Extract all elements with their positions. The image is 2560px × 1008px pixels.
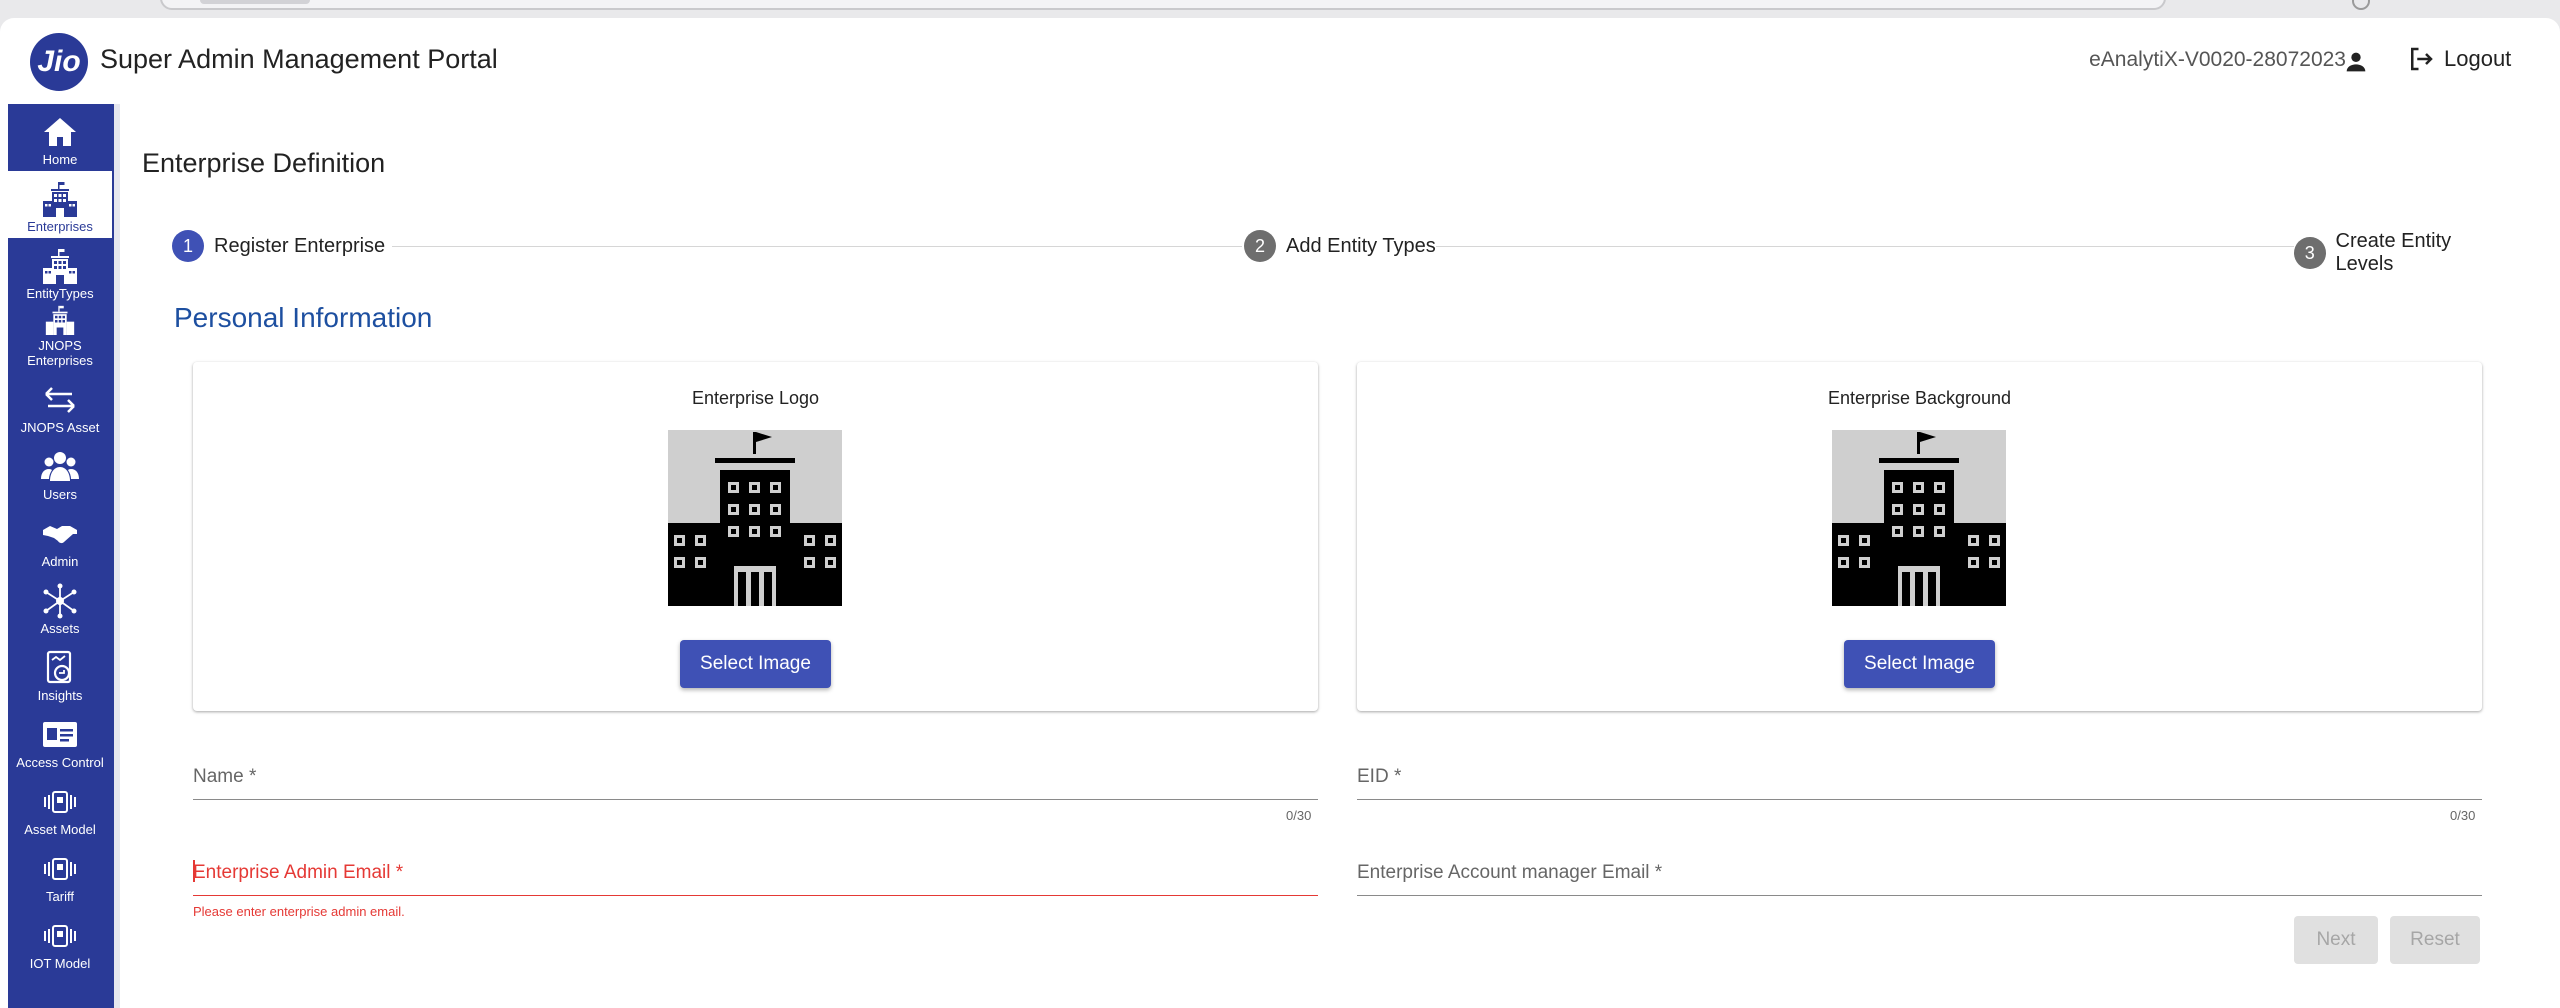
name-field[interactable]: Name * [193, 756, 1318, 800]
sidebar-item-admin[interactable]: Admin [8, 506, 112, 573]
section-title: Personal Information [174, 302, 433, 333]
sidebar-item-asset-model[interactable]: Asset Model [8, 774, 112, 841]
device-icon [44, 925, 76, 947]
sidebar-item-label: Tariff [46, 889, 74, 904]
sidebar-item-access-control[interactable]: Access Control [8, 707, 112, 774]
sidebar-item-label: JNOPS Enterprises [27, 338, 93, 368]
person-icon[interactable] [2342, 48, 2370, 76]
enterprise-admin-email-field[interactable]: Enterprise Admin Email * [193, 852, 1318, 896]
sidebar-item-label: Enterprises [27, 219, 93, 234]
step-label: Add Entity Types [1286, 234, 1436, 257]
eid-char-counter: 0/30 [2450, 808, 2476, 823]
header: Jio Super Admin Management Portal eAnaly… [0, 18, 2560, 104]
building-icon [45, 305, 75, 335]
eid-field[interactable]: EID * [1357, 756, 2482, 800]
sidebar-item-entitytypes[interactable]: EntityTypes [8, 238, 112, 305]
portal-title: Super Admin Management Portal [100, 44, 498, 74]
step-number: 3 [2294, 237, 2326, 269]
sidebar: Home Enterprises EntityTypes JNOPS Enter… [8, 104, 112, 1008]
device-icon [44, 858, 76, 880]
sidebar-item-home[interactable]: Home [8, 104, 112, 171]
admin-email-label: Enterprise Admin Email * [193, 862, 404, 883]
sidebar-item-enterprises[interactable]: Enterprises [8, 171, 112, 238]
enterprise-logo-card: Enterprise Logo Select Image [193, 362, 1318, 711]
sidebar-item-label: Users [43, 487, 77, 502]
account-manager-email-field[interactable]: Enterprise Account manager Email * [1357, 852, 2482, 896]
building-placeholder-icon [668, 430, 842, 606]
jio-logo[interactable]: Jio [30, 33, 88, 91]
stepper: 1 Register Enterprise 2 Add Entity Types… [172, 230, 2512, 276]
sidebar-item-insights[interactable]: Insights [8, 640, 112, 707]
handshake-icon [43, 526, 77, 544]
step-add-entity-types[interactable]: 2 Add Entity Types [1244, 230, 1436, 262]
next-button[interactable]: Next [2294, 916, 2378, 964]
insights-icon [46, 650, 72, 684]
step-label: Register Enterprise [214, 234, 386, 257]
sidebar-item-label: Admin [41, 554, 79, 569]
network-icon [43, 583, 77, 619]
step-number: 1 [172, 230, 204, 262]
sidebar-item-label: JNOPS Asset [20, 420, 100, 435]
sidebar-item-jnops-asset[interactable]: JNOPS Asset [8, 372, 112, 439]
logout-icon [2411, 47, 2433, 71]
sidebar-item-label: Home [42, 152, 78, 167]
select-background-image-button[interactable]: Select Image [1844, 640, 1995, 688]
sidebar-item-assets[interactable]: Assets [8, 573, 112, 640]
building-placeholder-icon [1832, 430, 2006, 606]
browser-profile-icon[interactable] [2352, 0, 2370, 10]
browser-address-bar[interactable] [160, 0, 2166, 10]
users-icon [41, 452, 79, 481]
step-register-enterprise[interactable]: 1 Register Enterprise [172, 230, 386, 262]
swap-arrows-icon [45, 387, 75, 413]
browser-top-strip [0, 0, 2560, 18]
sidebar-item-label: Asset Model [24, 822, 96, 837]
card-label: Enterprise Logo [691, 388, 820, 408]
sidebar-item-tariff[interactable]: Tariff [8, 841, 112, 908]
select-logo-image-button[interactable]: Select Image [680, 640, 831, 688]
manager-email-label: Enterprise Account manager Email * [1357, 862, 1663, 883]
eid-input[interactable] [1357, 756, 2482, 800]
name-input[interactable] [193, 756, 1318, 800]
main-content: Enterprise Definition 1 Register Enterpr… [120, 104, 2560, 1008]
sidebar-item-label: IOT Model [29, 956, 91, 971]
id-card-icon [43, 722, 77, 747]
sidebar-scrollbar[interactable] [112, 104, 120, 1008]
card-label: Enterprise Background [1827, 388, 2012, 408]
admin-email-error: Please enter enterprise admin email. [193, 904, 405, 919]
step-create-entity-levels[interactable]: 3 Create Entity Levels [2294, 230, 2512, 276]
logout-button[interactable]: Logout [2406, 44, 2511, 74]
sidebar-item-label: Access Control [16, 755, 104, 770]
sidebar-item-jnops-enterprises[interactable]: JNOPS Enterprises [8, 305, 112, 372]
sidebar-item-label: EntityTypes [26, 286, 94, 301]
building-icon [43, 182, 77, 217]
enterprise-background-card: Enterprise Background Select Image [1357, 362, 2482, 711]
logout-label: Logout [2444, 46, 2512, 71]
building-icon [43, 249, 77, 284]
step-number: 2 [1244, 230, 1276, 262]
name-char-counter: 0/30 [1286, 808, 1312, 823]
sidebar-item-label: Assets [40, 621, 80, 636]
user-id-text: eAnalytiX-V0020-28072023 [2089, 48, 2346, 71]
stepper-connector [392, 246, 1242, 247]
stepper-connector [1422, 246, 2302, 247]
sidebar-item-label: Insights [37, 688, 83, 703]
page-title: Enterprise Definition [142, 148, 386, 178]
reset-button[interactable]: Reset [2390, 916, 2480, 964]
device-icon [44, 791, 76, 813]
sidebar-item-iot-model[interactable]: IOT Model [8, 908, 112, 975]
browser-tab-hint [200, 0, 310, 4]
step-label: Create Entity Levels [2335, 230, 2452, 275]
home-icon [44, 118, 76, 146]
app-window: Jio Super Admin Management Portal eAnaly… [0, 18, 2560, 1008]
sidebar-item-users[interactable]: Users [8, 439, 112, 506]
